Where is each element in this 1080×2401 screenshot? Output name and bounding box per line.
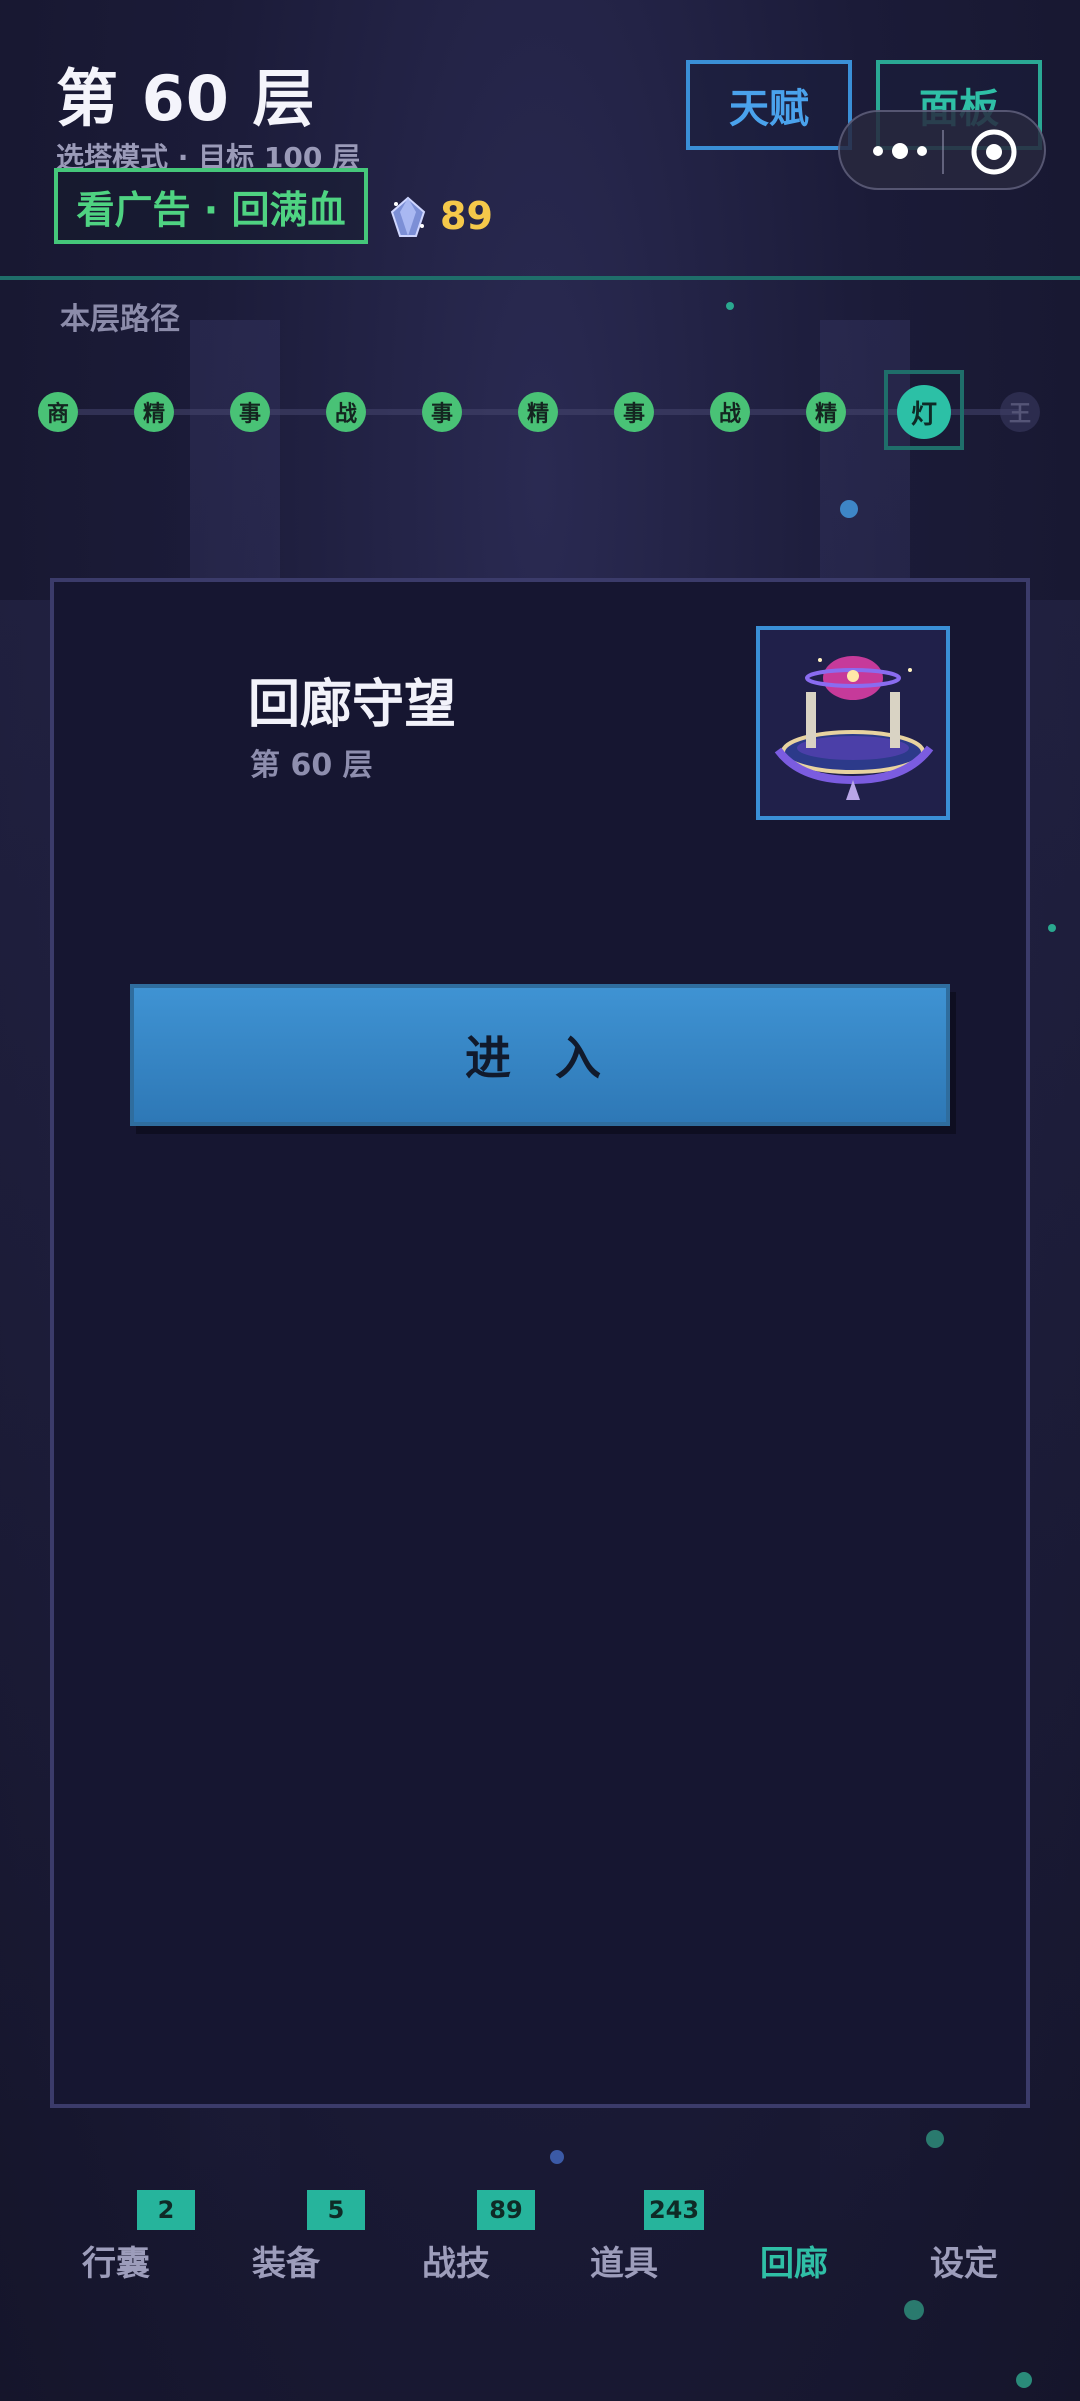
event-floor: 第 60 层 — [250, 748, 373, 783]
more-options-icon[interactable] — [868, 138, 938, 164]
nav-badge-bag: 2 — [137, 2190, 195, 2230]
watch-ad-heal-button[interactable]: 看广告 · 回满血 — [54, 168, 368, 244]
path-label: 本层路径 — [60, 302, 180, 337]
nav-tab-skills[interactable]: 战技 — [381, 2236, 531, 2285]
corridor-altar-icon — [774, 656, 934, 800]
path-node: 精 — [518, 392, 558, 432]
path-node: 商 — [38, 392, 78, 432]
talent-button[interactable]: 天赋 — [686, 60, 852, 150]
path-node: 事 — [422, 392, 462, 432]
nav-tab-items[interactable]: 道具 — [549, 2236, 699, 2285]
path-node: 灯 — [897, 385, 951, 439]
gem-icon — [390, 196, 426, 237]
path-node: 王 — [1000, 392, 1040, 432]
path-node: 事 — [614, 392, 654, 432]
enter-button[interactable]: 进 入 — [130, 984, 950, 1126]
capsule-divider — [942, 130, 944, 174]
event-title: 回廊守望 — [248, 675, 457, 735]
header-divider — [0, 276, 1080, 280]
close-miniprogram-icon[interactable] — [970, 128, 1018, 176]
path-node: 事 — [230, 392, 270, 432]
nav-tab-settings[interactable]: 设定 — [889, 2236, 1039, 2285]
event-image — [756, 626, 950, 820]
nav-badge-items: 243 — [644, 2190, 704, 2230]
nav-tab-equipment[interactable]: 装备 — [211, 2236, 361, 2285]
miniprogram-capsule — [838, 110, 1046, 190]
floor-title: 第 60 层 — [56, 62, 316, 135]
path-node: 战 — [710, 392, 750, 432]
nav-tab-bag[interactable]: 行囊 — [41, 2236, 191, 2285]
path-node: 精 — [134, 392, 174, 432]
nav-badge-skills: 89 — [477, 2190, 535, 2230]
nav-badge-equipment: 5 — [307, 2190, 365, 2230]
path-node: 战 — [326, 392, 366, 432]
nav-tab-corridor[interactable]: 回廊 — [719, 2236, 869, 2285]
path-node: 精 — [806, 392, 846, 432]
gem-count: 89 — [440, 194, 493, 238]
